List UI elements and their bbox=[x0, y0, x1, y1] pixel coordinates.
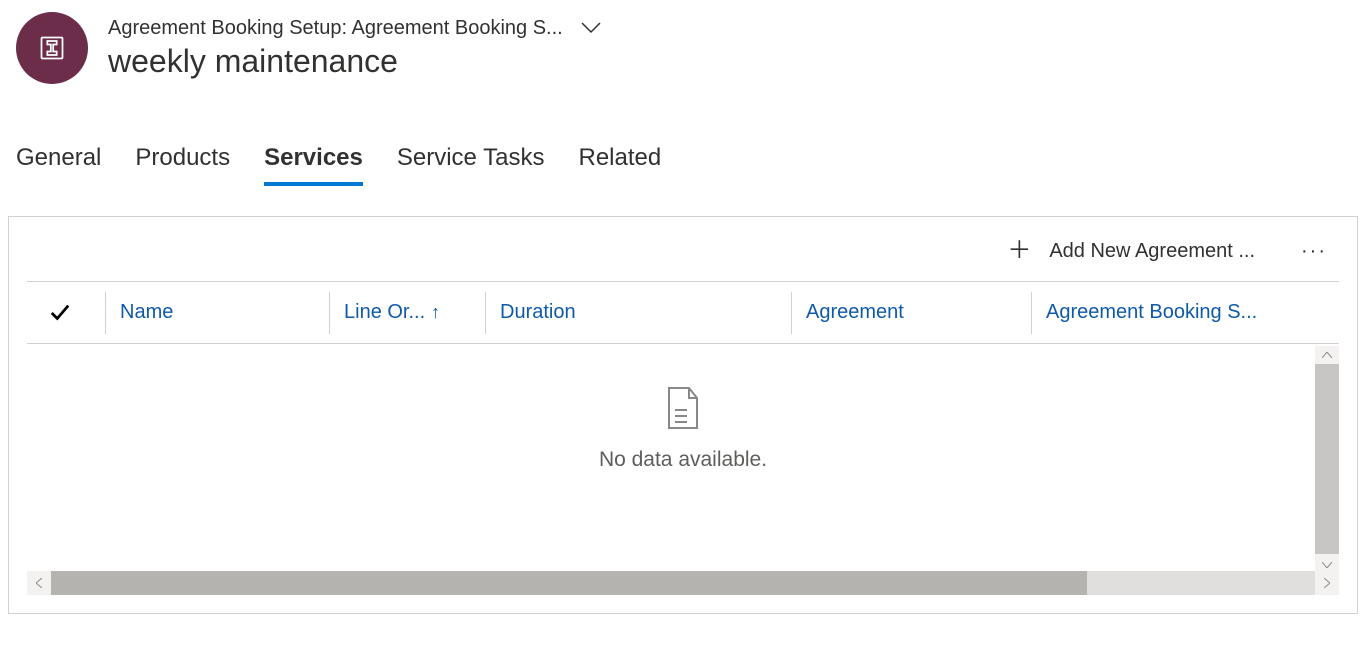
plus-icon: ＋ bbox=[1007, 239, 1031, 263]
column-header-name[interactable]: Name bbox=[105, 292, 329, 334]
entity-icon bbox=[16, 12, 88, 84]
tab-services[interactable]: Services bbox=[264, 144, 363, 186]
select-all-checkbox[interactable] bbox=[49, 302, 105, 324]
horizontal-scrollbar[interactable] bbox=[27, 571, 1339, 595]
services-grid-panel: ＋ Add New Agreement ... ··· Name Line Or… bbox=[8, 216, 1358, 614]
scroll-right-button[interactable] bbox=[1315, 571, 1339, 595]
column-header-agreement[interactable]: Agreement bbox=[791, 292, 1031, 334]
record-header: Agreement Booking Setup: Agreement Booki… bbox=[0, 0, 1366, 84]
tab-service-tasks[interactable]: Service Tasks bbox=[397, 144, 545, 186]
vertical-scroll-thumb[interactable] bbox=[1315, 364, 1339, 554]
tab-related[interactable]: Related bbox=[578, 144, 661, 186]
column-header-agreement-booking-setup[interactable]: Agreement Booking S... bbox=[1031, 292, 1291, 334]
record-title: weekly maintenance bbox=[108, 43, 605, 80]
breadcrumb: Agreement Booking Setup: Agreement Booki… bbox=[108, 17, 563, 40]
empty-message: No data available. bbox=[599, 448, 767, 472]
column-header-duration[interactable]: Duration bbox=[485, 292, 791, 334]
empty-state: No data available. bbox=[27, 344, 1339, 472]
document-icon bbox=[663, 386, 703, 430]
grid-toolbar: ＋ Add New Agreement ... ··· bbox=[27, 233, 1339, 281]
scroll-left-button[interactable] bbox=[27, 571, 51, 595]
column-header-line-order[interactable]: Line Or... ↑ bbox=[329, 292, 485, 334]
more-commands-button[interactable]: ··· bbox=[1295, 240, 1333, 263]
grid-area: Name Line Or... ↑ Duration Agreement Agr… bbox=[27, 281, 1339, 472]
vertical-scrollbar[interactable] bbox=[1315, 346, 1339, 574]
tab-general[interactable]: General bbox=[16, 144, 101, 186]
add-button-label: Add New Agreement ... bbox=[1049, 240, 1255, 263]
tab-list: General Products Services Service Tasks … bbox=[0, 84, 1366, 186]
header-text: Agreement Booking Setup: Agreement Booki… bbox=[108, 17, 605, 80]
horizontal-scroll-track[interactable] bbox=[51, 571, 1315, 595]
breadcrumb-row: Agreement Booking Setup: Agreement Booki… bbox=[108, 17, 605, 41]
horizontal-scroll-thumb[interactable] bbox=[51, 571, 1087, 595]
vertical-scroll-track[interactable] bbox=[1315, 364, 1339, 556]
sort-ascending-icon: ↑ bbox=[431, 302, 440, 323]
grid-header-row: Name Line Or... ↑ Duration Agreement Agr… bbox=[27, 282, 1339, 344]
add-new-agreement-button[interactable]: ＋ Add New Agreement ... bbox=[1007, 239, 1255, 263]
tab-products[interactable]: Products bbox=[135, 144, 230, 186]
form-selector-chevron[interactable] bbox=[577, 17, 605, 41]
scroll-up-button[interactable] bbox=[1315, 346, 1339, 364]
